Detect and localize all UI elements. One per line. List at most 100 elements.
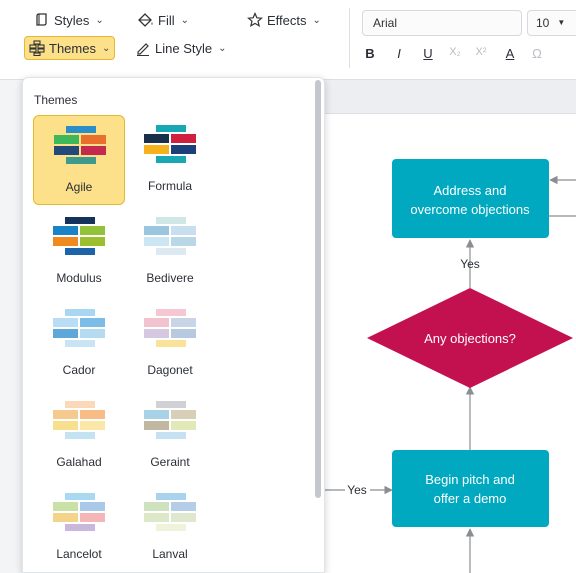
theme-option-lanval[interactable]: Lanval [124, 483, 216, 572]
theme-option-geraint[interactable]: Geraint [124, 391, 216, 481]
box1-line2: overcome objections [410, 202, 530, 217]
swatch-block [144, 134, 169, 143]
swatch-block [80, 226, 105, 235]
themes-panel-title: Themes [34, 93, 78, 107]
app-window: Styles ⌄ Fill ⌄ Effects ⌄ Themes ⌄ Line … [0, 0, 576, 573]
box2-line2: offer a demo [434, 491, 507, 506]
theme-option-cador[interactable]: Cador [33, 299, 125, 389]
swatch-block [65, 401, 95, 408]
theme-swatch-icon [144, 309, 196, 347]
swatch-block [171, 421, 196, 430]
swatch-block [171, 513, 196, 522]
theme-label: Lancelot [56, 547, 102, 561]
theme-swatch-icon [53, 309, 105, 347]
theme-label: Galahad [56, 455, 102, 469]
swatch-block [171, 134, 196, 143]
swatch-block [144, 237, 169, 246]
swatch-block [144, 318, 169, 327]
process-box-address-objections[interactable] [392, 159, 549, 238]
swatch-block [171, 410, 196, 419]
theme-label: Cador [62, 363, 96, 377]
swatch-block [171, 329, 196, 338]
swatch-block [144, 410, 169, 419]
swatch-block [156, 125, 186, 132]
swatch-block [81, 146, 106, 155]
swatch-block [80, 318, 105, 327]
theme-swatch-icon [54, 126, 106, 164]
theme-swatch-icon [53, 217, 105, 255]
theme-label: Geraint [150, 455, 190, 469]
swatch-block [156, 432, 186, 439]
swatch-block [171, 237, 196, 246]
box2-line1: Begin pitch and [425, 472, 515, 487]
theme-option-galahad[interactable]: Galahad [33, 391, 125, 481]
swatch-block [80, 513, 105, 522]
swatch-block [156, 156, 186, 163]
theme-label: Agile [65, 180, 93, 194]
swatch-block [156, 309, 186, 316]
swatch-block [171, 318, 196, 327]
theme-option-agile[interactable]: Agile [33, 115, 125, 205]
swatch-block [144, 145, 169, 154]
theme-option-lancelot[interactable]: Lancelot [33, 483, 125, 572]
swatch-block [53, 329, 78, 338]
swatch-block [65, 493, 95, 500]
swatch-block [81, 135, 106, 144]
swatch-block [156, 248, 186, 255]
theme-label: Formula [147, 179, 192, 193]
swatch-block [65, 340, 95, 347]
swatch-block [53, 421, 78, 430]
swatch-block [156, 340, 186, 347]
swatch-block [65, 217, 95, 224]
swatch-block [54, 146, 79, 155]
theme-swatch-icon [53, 401, 105, 439]
theme-label: Modulus [56, 271, 102, 285]
swatch-block [66, 157, 96, 164]
swatch-block [156, 217, 186, 224]
swatch-block [66, 126, 96, 133]
swatch-block [144, 513, 169, 522]
swatch-block [54, 135, 79, 144]
swatch-block [65, 309, 95, 316]
swatch-block [171, 226, 196, 235]
swatch-block [144, 226, 169, 235]
theme-label: Lanval [152, 547, 188, 561]
swatch-block [53, 237, 78, 246]
swatch-block [65, 524, 95, 531]
swatch-block [65, 432, 95, 439]
swatch-block [144, 421, 169, 430]
yes-label-left: Yes [347, 483, 367, 497]
process-box-begin-pitch[interactable] [392, 450, 549, 527]
swatch-block [144, 502, 169, 511]
swatch-block [53, 410, 78, 419]
swatch-block [53, 502, 78, 511]
swatch-block [53, 318, 78, 327]
swatch-block [156, 524, 186, 531]
decision-label: Any objections? [424, 331, 516, 346]
swatch-block [65, 248, 95, 255]
swatch-block [156, 493, 186, 500]
swatch-block [53, 226, 78, 235]
theme-option-modulus[interactable]: Modulus [33, 207, 125, 297]
swatch-block [80, 329, 105, 338]
swatch-block [171, 502, 196, 511]
swatch-block [80, 410, 105, 419]
theme-swatch-icon [53, 493, 105, 531]
theme-option-bedivere[interactable]: Bedivere [124, 207, 216, 297]
swatch-block [53, 513, 78, 522]
theme-label: Dagonet [147, 363, 193, 377]
swatch-block [144, 329, 169, 338]
panel-scrollbar[interactable] [315, 80, 321, 498]
theme-option-dagonet[interactable]: Dagonet [124, 299, 216, 389]
theme-swatch-icon [144, 217, 196, 255]
theme-swatch-icon [144, 401, 196, 439]
theme-swatch-icon [144, 125, 196, 163]
theme-swatch-icon [144, 493, 196, 531]
swatch-block [156, 401, 186, 408]
box1-line1: Address and [434, 183, 507, 198]
swatch-block [171, 145, 196, 154]
swatch-block [80, 421, 105, 430]
swatch-block [80, 237, 105, 246]
themes-dropdown-panel: Themes Agile Formula Modulus Bedivere Cador D… [22, 77, 325, 573]
theme-option-formula[interactable]: Formula [124, 115, 216, 205]
